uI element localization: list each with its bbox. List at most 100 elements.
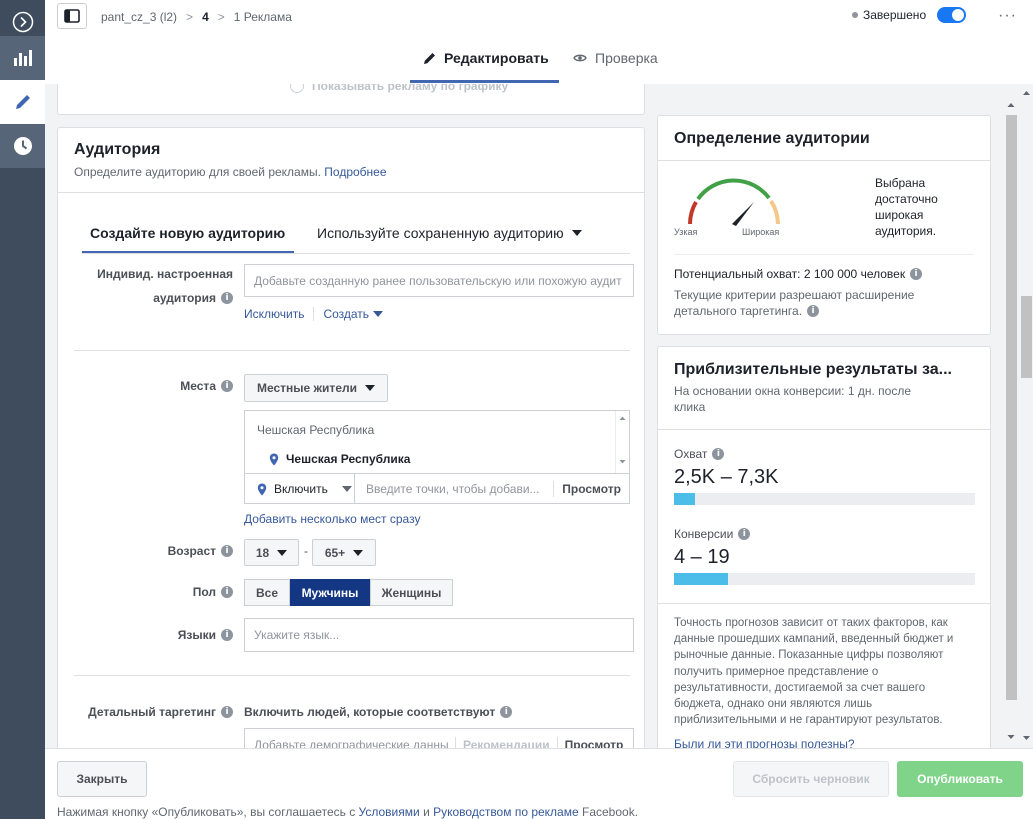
exclude-link[interactable]: Исключить <box>244 307 304 321</box>
create-link[interactable]: Создать <box>323 307 369 321</box>
age-separator: - <box>304 544 308 558</box>
caret-down-icon <box>341 486 352 492</box>
locations-box: Чешская Республика Чешская Республика Вк… <box>244 410 630 504</box>
location-search-input[interactable]: Введите точки, чтобы добави... <box>355 482 553 496</box>
gender-option-all[interactable]: Все <box>244 579 290 606</box>
close-button[interactable]: Закрыть <box>57 761 147 797</box>
locations-type-dropdown[interactable]: Местные жители <box>244 374 388 402</box>
chevron-right-icon: > <box>217 10 225 24</box>
right-panel-scrollbar[interactable] <box>1005 84 1017 748</box>
languages-input[interactable]: Укажите язык... <box>244 618 634 652</box>
discard-draft-button[interactable]: Сбросить черновик <box>733 761 889 797</box>
info-icon[interactable]: i <box>221 629 233 641</box>
ad-guidelines-link[interactable]: Руководством по рекламе <box>433 805 579 819</box>
gender-option-women[interactable]: Женщины <box>370 579 453 606</box>
age-min-value: 18 <box>255 545 270 560</box>
info-icon[interactable]: i <box>500 706 513 718</box>
potential-reach-text: Потенциальный охват: 2 100 000 человек <box>674 267 906 281</box>
divider <box>658 603 990 604</box>
chevron-right-icon: > <box>186 10 194 24</box>
breadcrumb-campaign[interactable]: pant_cz_3 (l2) <box>101 10 177 24</box>
age-min-dropdown[interactable]: 18 <box>244 539 299 566</box>
feedback-link[interactable]: Были ли эти прогнозы полезны? <box>674 737 855 748</box>
scroll-down-icon[interactable] <box>616 458 629 466</box>
scroll-up-icon[interactable] <box>1020 88 1033 98</box>
clock-icon <box>13 137 32 155</box>
age-label-text: Возраст <box>167 544 216 558</box>
divider <box>674 254 974 255</box>
disclaimer-line: приблизительными и не гарантируют резуль… <box>674 714 943 727</box>
learn-more-link[interactable]: Подробнее <box>324 165 386 179</box>
caret-down-icon <box>353 549 364 556</box>
detailed-targeting-input[interactable]: Добавьте демографические данны <box>245 738 455 748</box>
tab-saved-audience[interactable]: Используйте сохраненную аудиторию <box>317 225 582 241</box>
caret-down-icon <box>365 385 375 391</box>
scroll-down-icon[interactable] <box>1020 733 1033 743</box>
info-icon[interactable]: i <box>910 268 923 280</box>
age-max-dropdown[interactable]: 65+ <box>312 539 376 566</box>
add-bulk-locations-link[interactable]: Добавить несколько мест сразу <box>244 512 420 526</box>
right-panel-scroll-thumb[interactable] <box>1006 115 1017 700</box>
schedule-option[interactable]: Показывать рекламу по графику <box>290 84 508 93</box>
edit-nav-button[interactable] <box>0 80 45 124</box>
breadcrumb-adset[interactable]: 4 <box>202 10 209 24</box>
custom-audience-input[interactable]: Добавьте созданную ранее пользовательску… <box>244 264 634 297</box>
info-icon[interactable]: i <box>712 448 725 460</box>
gender-selector: Все Мужчины Женщины <box>244 579 453 606</box>
page-scroll-thumb[interactable] <box>1021 296 1032 378</box>
gender-label: Пол i <box>58 585 233 599</box>
caret-down-icon[interactable] <box>373 311 384 317</box>
info-icon[interactable]: i <box>221 706 233 718</box>
scroll-down-icon[interactable] <box>1005 732 1017 742</box>
selected-location[interactable]: Чешская Республика <box>269 452 410 466</box>
criteria-note: Текущие критерии разрешают расширение де… <box>674 287 914 319</box>
languages-label: Языки i <box>58 628 233 642</box>
terms-note-text: Нажимая кнопку «Опубликовать», вы соглаш… <box>57 805 356 819</box>
publish-button[interactable]: Опубликовать <box>897 761 1023 797</box>
gender-option-men[interactable]: Мужчины <box>290 579 370 606</box>
caret-down-icon <box>277 549 288 556</box>
estimated-results-subtitle-line: На основании окна конверсии: 1 дн. после <box>674 384 911 398</box>
audience-verdict-line: широкая <box>875 208 924 222</box>
conversions-label-text: Конверсии <box>674 527 734 541</box>
toggle-panel-button[interactable] <box>57 3 87 29</box>
schedule-radio[interactable] <box>290 84 304 93</box>
history-nav-button[interactable] <box>0 124 45 168</box>
audience-verdict-line: достаточно <box>875 192 938 206</box>
info-icon[interactable]: i <box>807 305 820 317</box>
tab-review[interactable]: Проверка <box>573 50 658 66</box>
disclaimer-line: получить примерное представление о <box>674 665 879 678</box>
status-toggle[interactable] <box>937 7 966 23</box>
audience-size-gauge <box>688 178 780 226</box>
divider <box>58 192 644 193</box>
tab-edit[interactable]: Редактировать <box>423 50 549 66</box>
divider <box>313 307 315 321</box>
locations-scrollbar[interactable] <box>615 411 629 473</box>
reports-nav-button[interactable] <box>0 36 45 80</box>
audience-verdict: Выбрана достаточно широкая аудитория. <box>875 175 938 239</box>
criteria-note-row: детального таргетинга. i <box>674 303 914 319</box>
tab-new-audience[interactable]: Создайте новую аудиторию <box>90 225 285 241</box>
audience-definition-title: Определение аудитории <box>674 130 870 147</box>
info-icon[interactable]: i <box>221 380 233 392</box>
page-scrollbar[interactable] <box>1020 84 1033 748</box>
divider <box>658 160 990 161</box>
gauge-wide-label: Широкая <box>742 227 780 237</box>
scroll-up-icon[interactable] <box>616 414 629 422</box>
info-icon[interactable]: i <box>221 545 233 557</box>
more-options-icon[interactable]: ··· <box>998 7 1017 25</box>
terms-link[interactable]: Условиями <box>359 805 420 819</box>
location-browse-button[interactable]: Просмотр <box>554 482 629 496</box>
recommendations-button[interactable]: Рекомендации <box>456 738 557 748</box>
info-icon[interactable]: i <box>221 586 233 598</box>
scroll-up-icon[interactable] <box>1005 100 1017 110</box>
info-icon[interactable]: i <box>221 292 233 304</box>
include-dropdown[interactable]: Включить <box>245 474 355 504</box>
location-pin-icon <box>257 483 267 495</box>
conversions-value: 4 – 19 <box>674 546 730 568</box>
info-icon[interactable]: i <box>738 528 751 540</box>
terms-note-text: Facebook. <box>582 805 639 819</box>
detailed-browse-button[interactable]: Просмотр <box>558 738 631 748</box>
breadcrumb-ads[interactable]: 1 Реклама <box>234 10 292 24</box>
left-rail <box>0 0 45 819</box>
